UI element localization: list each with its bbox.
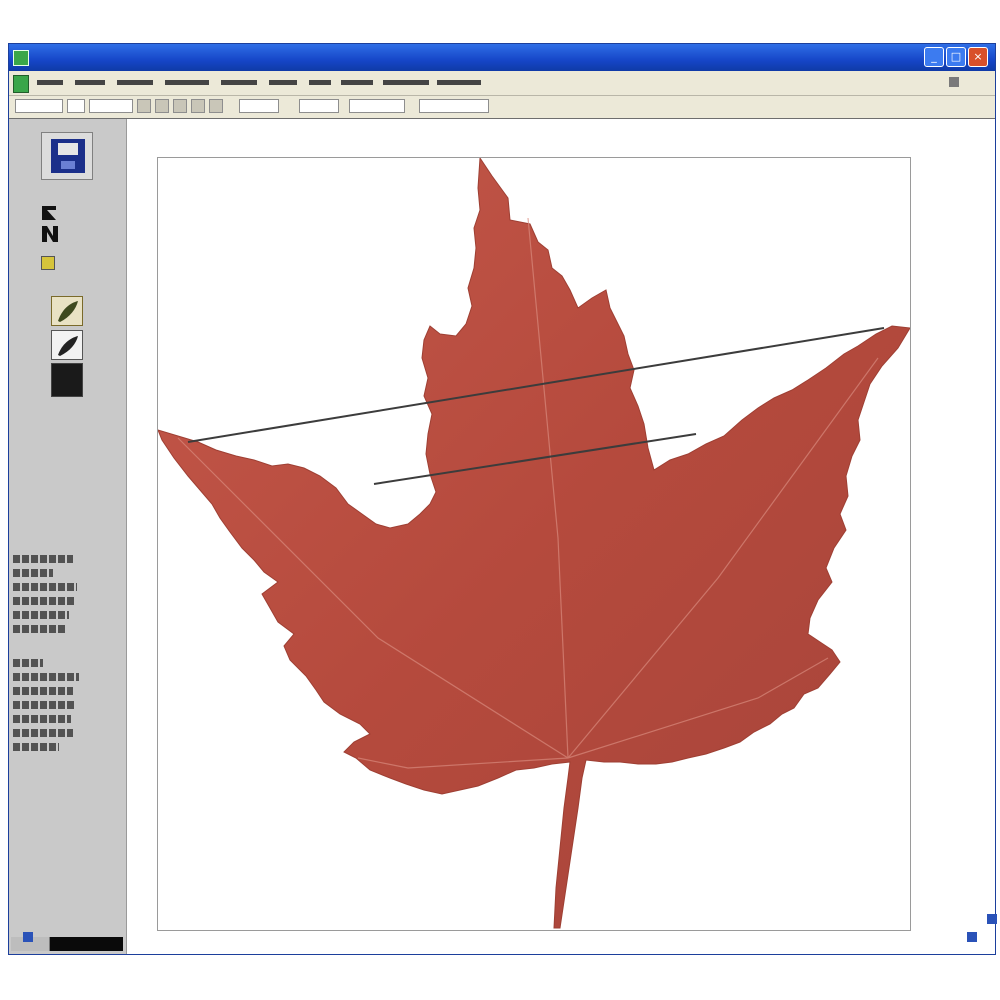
menu-glyphs [37, 80, 481, 85]
toolbar-button-3[interactable] [173, 99, 187, 113]
panel-text-line [13, 611, 69, 619]
leaf-pen-tool[interactable] [51, 330, 83, 360]
scroll-corner-icon[interactable] [987, 914, 997, 924]
app-window: _ □ × [8, 43, 997, 955]
toolbar-field-4[interactable] [239, 99, 279, 113]
floppy-slot [61, 161, 75, 169]
toolbar-field-6[interactable] [349, 99, 405, 113]
toolbar-button-2[interactable] [155, 99, 169, 113]
toolbar-field-1[interactable] [15, 99, 63, 113]
panel-text-line [13, 659, 43, 667]
panel-text-line [13, 625, 65, 633]
toolbar-field-2[interactable] [67, 99, 85, 113]
title-bar: _ □ × [9, 44, 995, 71]
maximize-icon: □ [950, 50, 962, 63]
maple-leaf [157, 156, 911, 929]
leaf-pen-icon [58, 336, 78, 356]
small-yellow-tool-icon[interactable] [41, 256, 55, 270]
panel-text-line [13, 597, 75, 605]
panel-text-line [13, 687, 73, 695]
panel-text-line [13, 743, 59, 751]
floppy-disk-icon [51, 139, 85, 173]
panel-text-line [13, 673, 79, 681]
panel-text-line [13, 569, 53, 577]
toolbar-field-7[interactable] [419, 99, 489, 113]
app-icon[interactable] [13, 50, 29, 66]
text-n-icon [42, 206, 58, 242]
drawing-page[interactable] [157, 156, 911, 931]
menu-close-icon[interactable] [949, 77, 959, 87]
floppy-label [58, 143, 78, 155]
panel-text-line [13, 583, 77, 591]
save-button[interactable] [41, 132, 93, 180]
close-icon: × [973, 50, 983, 63]
toolbar-button-5[interactable] [209, 99, 223, 113]
panel-text-line [13, 729, 73, 737]
status-icon [23, 932, 33, 942]
toolbar-field-5[interactable] [299, 99, 339, 113]
panel-text-line [13, 715, 71, 723]
minimize-button[interactable]: _ [924, 47, 944, 67]
drawing-canvas[interactable] [127, 119, 995, 954]
panel-text-line [13, 701, 75, 709]
leaf-brush-icon [58, 301, 78, 322]
toolbar [9, 95, 995, 120]
maximize-button[interactable]: □ [946, 47, 966, 67]
toolbar-button-1[interactable] [137, 99, 151, 113]
resize-grip-icon[interactable] [967, 932, 977, 942]
toolbar-button-4[interactable] [191, 99, 205, 113]
toolbar-field-3[interactable] [89, 99, 133, 113]
menu-bar [9, 71, 995, 95]
panel-text-line [13, 555, 73, 563]
leaf-brush-tool[interactable] [51, 296, 83, 326]
maple-leaf-image[interactable] [157, 156, 911, 930]
text-tool-button[interactable] [39, 202, 61, 244]
minimize-icon: _ [931, 50, 937, 63]
black-swatch-icon[interactable] [51, 363, 83, 397]
tool-panel [9, 119, 127, 954]
document-icon[interactable] [13, 75, 29, 93]
close-button[interactable]: × [968, 47, 988, 67]
